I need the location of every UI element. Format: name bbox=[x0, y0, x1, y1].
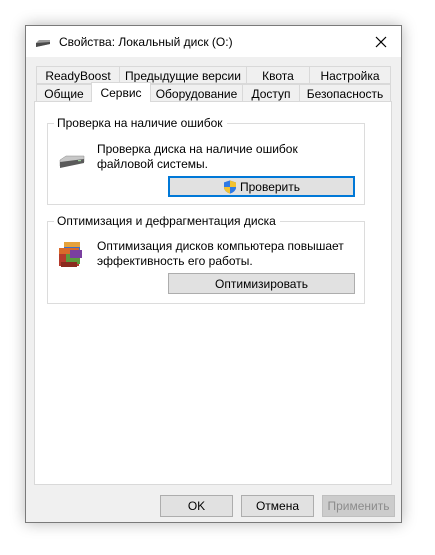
error-check-title: Проверка на наличие ошибок bbox=[54, 116, 227, 130]
tab-hardware[interactable]: Оборудование bbox=[150, 84, 243, 102]
hard-drive-icon bbox=[59, 155, 85, 168]
check-button-label: Проверить bbox=[239, 179, 300, 194]
optimize-button[interactable]: Оптимизировать bbox=[168, 273, 355, 294]
tab-quota[interactable]: Квота bbox=[246, 66, 310, 84]
ok-button-label: OK bbox=[187, 499, 206, 513]
ok-button[interactable]: OK bbox=[160, 495, 233, 517]
tab-customize[interactable]: Настройка bbox=[309, 66, 391, 84]
uac-shield-icon bbox=[223, 180, 236, 193]
tab-security[interactable]: Безопасность bbox=[299, 84, 391, 102]
close-button[interactable] bbox=[361, 26, 401, 57]
error-check-description: Проверка диска на наличие ошибок файлово… bbox=[97, 142, 298, 171]
apply-button-label: Применить bbox=[327, 499, 390, 513]
tab-sharing[interactable]: Доступ bbox=[242, 84, 300, 102]
error-check-group: Проверка на наличие ошибок Проверка диск… bbox=[47, 116, 365, 205]
tab-general[interactable]: Общие bbox=[36, 84, 92, 102]
optimize-description: Оптимизация дисков компьютера повышает э… bbox=[97, 239, 344, 268]
close-icon bbox=[375, 36, 387, 47]
apply-button[interactable]: Применить bbox=[322, 495, 395, 517]
optimize-button-label: Оптимизировать bbox=[215, 276, 308, 291]
defrag-icon bbox=[59, 242, 82, 267]
properties-dialog: Свойства: Локальный диск (O:) ReadyBoost… bbox=[25, 25, 402, 523]
tab-tools[interactable]: Сервис bbox=[91, 82, 151, 102]
window-title: Свойства: Локальный диск (O:) bbox=[59, 35, 233, 49]
cancel-button-label: Отмена bbox=[255, 499, 300, 513]
title-bar: Свойства: Локальный диск (O:) bbox=[26, 26, 401, 57]
cancel-button[interactable]: Отмена bbox=[241, 495, 314, 517]
drive-icon bbox=[36, 40, 50, 47]
optimize-title: Оптимизация и дефрагментация диска bbox=[54, 214, 280, 228]
check-button[interactable]: Проверить bbox=[168, 176, 355, 197]
optimize-group: Оптимизация и дефрагментация диска Оптим… bbox=[47, 214, 365, 304]
tools-tab-panel: Проверка на наличие ошибок Проверка диск… bbox=[34, 101, 392, 485]
